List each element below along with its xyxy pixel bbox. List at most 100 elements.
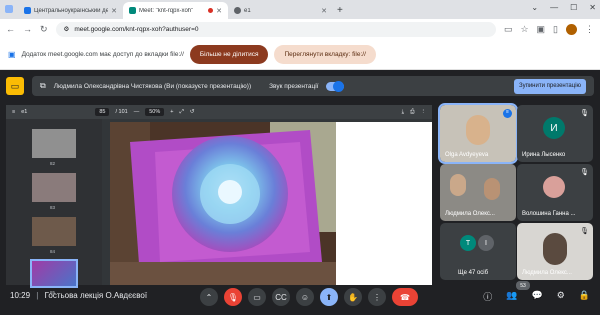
browser-tab-3[interactable]: e1 ✕ (228, 2, 333, 19)
presentation-icon: ⧉ (40, 81, 46, 90)
url-text: meet.google.com/knt-rqpx-xoh?authuser=0 (74, 25, 199, 33)
clock-time: 10:29 (10, 291, 31, 300)
tab-label: e1 (244, 7, 251, 14)
screen-share-icon: ▣ (8, 49, 16, 59)
side-panel-controls: ⓘ 👥 💬 ⚙ 🔒 (483, 290, 590, 303)
mic-off-icon: 🎙 (580, 169, 589, 176)
browser-tab-bar: Центральноукраїнський держ ✕ Meet: "knt-… (0, 0, 600, 19)
participant-tile-liudmyla-1[interactable]: Людмила Олекс... (440, 164, 516, 221)
new-tab-icon[interactable]: + (337, 5, 343, 16)
avatar-initial: Т (465, 239, 471, 247)
pdf-page-input[interactable]: 85 (95, 108, 110, 116)
pdf-page-total: / 101 (115, 109, 128, 115)
people-icon[interactable]: 👥 (506, 290, 517, 303)
stop-sharing-button[interactable]: Більше не ділитися (189, 44, 269, 64)
participant-tile-iryna[interactable]: И 🎙 Ирина Лысенко (517, 105, 593, 162)
participant-name: Ирина Лысенко (522, 152, 566, 158)
participant-name: Волошина Ганна ... (522, 211, 576, 217)
pdf-zoom-input[interactable]: 50% (145, 108, 165, 116)
bookmark-star-icon[interactable]: ☆ (520, 24, 528, 35)
more-participants-label: Ще 47 осіб (458, 270, 489, 276)
rotate-icon[interactable]: ↺ (190, 109, 195, 115)
mic-off-icon: 🎙 (580, 110, 589, 117)
camera-permission-icon[interactable]: ▭ (504, 24, 513, 35)
pdf-more-icon[interactable]: ⋮ (421, 109, 427, 115)
participant-tile-liudmyla-2[interactable]: 🎙 Людмила Олекс... (517, 223, 593, 280)
activities-icon[interactable]: ⚙ (557, 290, 565, 303)
raise-hand-button[interactable]: ✋ (344, 288, 362, 306)
thumbnail-number: 84 (50, 249, 56, 254)
host-controls-icon[interactable]: 🔒 (579, 290, 590, 303)
download-icon[interactable]: ⤓ (402, 109, 404, 116)
thumbnail-number: 83 (50, 205, 56, 210)
participant-tile-voloshyna[interactable]: 🎙 Волошина Ганна ... (517, 164, 593, 221)
people-count-badge: 53 (516, 281, 530, 290)
url-field[interactable]: ⚙ meet.google.com/knt-rqpx-xoh?authuser=… (55, 21, 496, 37)
minimize-icon[interactable]: — (550, 3, 558, 12)
more-participants-tile[interactable]: Т І Ще 47 осіб (440, 223, 516, 280)
meet-control-bar: 10:29 | Гостьова лекція О.Авдєєвої ⌃ 🎙 ▭… (0, 280, 600, 315)
tab-label: Meet: "knt-rqpx-xoh" (139, 7, 194, 14)
participant-avatar: И (543, 117, 565, 139)
avatar-initial: И (550, 122, 558, 134)
zoom-out-icon[interactable]: — (134, 109, 140, 115)
presentation-sound-toggle[interactable] (326, 80, 345, 92)
site-favicon-icon (24, 7, 31, 14)
chat-icon[interactable]: 💬 (531, 290, 542, 303)
thumbnail-page[interactable]: 84 (32, 217, 76, 254)
camera-toggle-button[interactable]: ▭ (248, 288, 266, 306)
forward-icon[interactable]: → (23, 24, 32, 34)
tab-search-icon[interactable] (5, 5, 13, 13)
mic-toggle-button[interactable]: 🎙 (224, 288, 242, 306)
window-controls: ⌄ — ☐ ✕ (531, 3, 596, 12)
sidebar-icon[interactable]: ▯ (553, 24, 558, 35)
participant-photo-avatar (543, 176, 565, 198)
reload-icon[interactable]: ↻ (40, 24, 48, 35)
thumbnail-page[interactable]: 82 (32, 129, 76, 166)
present-screen-icon: ▭ (6, 77, 24, 95)
participant-tile-olga[interactable]: ≡ Olga Avdyeyeva (438, 103, 518, 164)
quilt-photo (110, 122, 336, 285)
back-icon[interactable]: ← (6, 24, 15, 34)
thumbnail-page[interactable]: 83 (32, 173, 76, 210)
emoji-button[interactable]: ☺ (296, 288, 314, 306)
close-tab-icon[interactable]: ✕ (216, 7, 222, 15)
pdf-menu-icon[interactable]: ≡ (12, 109, 15, 115)
chevron-down-icon[interactable]: ⌄ (531, 3, 538, 12)
browser-tab-meet[interactable]: Meet: "knt-rqpx-xoh" ✕ (123, 2, 228, 19)
speaking-indicator-icon: ≡ (503, 109, 512, 118)
site-info-icon[interactable]: ⚙ (64, 25, 70, 33)
close-tab-icon[interactable]: ✕ (111, 7, 117, 15)
participant-video (543, 233, 567, 265)
mic-off-icon: 🎙 (580, 228, 589, 235)
present-button[interactable]: ⬆ (320, 288, 338, 306)
thumbnail-number: 82 (50, 161, 56, 166)
print-icon[interactable]: ⎙ (410, 109, 414, 116)
meeting-name: Гостьова лекція О.Авдєєвої (44, 291, 148, 300)
fit-page-icon[interactable]: ⤢ (179, 109, 183, 116)
kebab-menu-icon[interactable]: ⋮ (585, 24, 594, 35)
view-shared-tab-button[interactable]: Переглянути вкладку: file:// (274, 44, 376, 64)
zoom-in-icon[interactable]: + (170, 109, 173, 115)
participant-video (466, 115, 490, 145)
stop-presenting-button[interactable]: Зупинити презентацію (514, 78, 586, 94)
tab-sharing-bar: ▣ Додаток meet.google.com має доступ до … (0, 39, 600, 70)
participant-name: Людмила Олекс... (522, 270, 572, 276)
quilt-image (110, 122, 336, 285)
mic-options-icon[interactable]: ⌃ (200, 288, 218, 306)
participant-avatar: І (478, 235, 494, 251)
profile-avatar[interactable] (566, 23, 577, 35)
close-tab-icon[interactable]: ✕ (321, 7, 327, 15)
meeting-details-icon[interactable]: ⓘ (483, 290, 492, 303)
pdf-page-blank-area (336, 122, 432, 285)
avatar-initial: І (485, 239, 487, 247)
participant-name: Людмила Олекс... (445, 211, 495, 217)
extensions-icon[interactable]: ▣ (537, 24, 546, 35)
captions-button[interactable]: CC (272, 288, 290, 306)
maximize-icon[interactable]: ☐ (570, 3, 577, 12)
leave-call-button[interactable]: ☎ (392, 288, 418, 306)
more-options-button[interactable]: ⋮ (368, 288, 386, 306)
close-window-icon[interactable]: ✕ (589, 3, 596, 12)
participant-video-2 (484, 178, 500, 200)
browser-tab-1[interactable]: Центральноукраїнський держ ✕ (18, 2, 123, 19)
